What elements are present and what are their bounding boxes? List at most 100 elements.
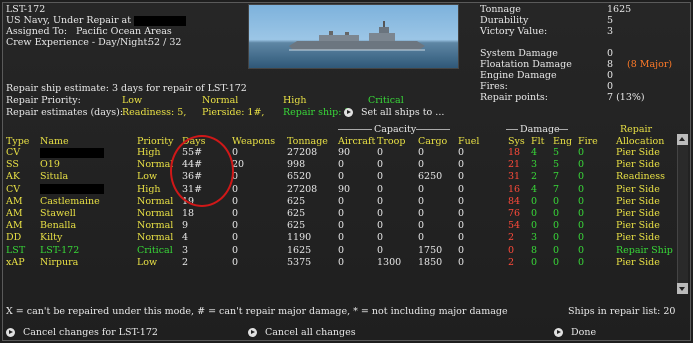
cell-weapons: 0 — [232, 232, 239, 244]
cell-fuel: 0 — [458, 256, 465, 268]
repair-header: Repair — [620, 124, 653, 135]
cell-alloc[interactable]: Pier Side — [616, 257, 660, 268]
cell-fire: 0 — [578, 244, 585, 256]
cell-alloc[interactable]: Pier Side — [616, 147, 660, 158]
ship-name: LST-172 — [6, 4, 46, 15]
ship-image — [248, 4, 459, 69]
cell-cargo: 0 — [418, 159, 425, 171]
cell-priority[interactable]: Normal — [137, 159, 173, 170]
cell-tonnage: 625 — [287, 208, 306, 219]
cell-weapons: 0 — [232, 220, 239, 232]
cell-alloc[interactable]: Pier Side — [616, 184, 660, 195]
scroll-up-arrow[interactable] — [677, 134, 688, 145]
scrollbar[interactable] — [677, 134, 688, 294]
cell-alloc[interactable]: Pier Side — [616, 196, 660, 207]
cell-alloc[interactable]: Readiness — [616, 171, 665, 182]
cell-aircraft: 0 — [338, 195, 345, 207]
cell-alloc[interactable]: Pier Side — [616, 220, 660, 231]
red-circle-annotation — [170, 135, 234, 207]
done-button[interactable]: Done — [554, 327, 596, 338]
cell-name[interactable] — [40, 147, 104, 158]
cell-cargo: 0 — [418, 147, 425, 158]
priority-normal-button[interactable]: Normal — [202, 95, 238, 106]
floatation-major: (8 Major) — [627, 59, 673, 70]
scroll-down-arrow[interactable] — [677, 283, 688, 294]
cell-name[interactable]: Stawell — [40, 208, 76, 219]
system-damage-value: 0 — [607, 48, 614, 59]
cell-sys: 21 — [508, 159, 521, 171]
cancel-all-button[interactable]: Cancel all changes — [248, 327, 356, 338]
cell-fuel: 0 — [458, 232, 465, 244]
redacted-box — [134, 15, 187, 26]
cell-tonnage: 27208 — [287, 147, 318, 158]
cell-cargo: 0 — [418, 195, 425, 207]
pierside-mode[interactable]: Pierside: 1#, — [202, 107, 264, 118]
cell-priority[interactable]: Normal — [137, 220, 173, 231]
damage-rule-right — [556, 129, 568, 130]
damage-header: Damage — [520, 124, 560, 135]
priority-low-button[interactable]: Low — [122, 95, 142, 106]
assigned-label: Assigned To: — [6, 26, 68, 37]
repairship-mode[interactable]: Repair ship: 3 — [283, 107, 351, 118]
cell-priority[interactable]: Normal — [137, 196, 173, 207]
cell-alloc[interactable]: Pier Side — [616, 208, 660, 219]
cell-priority[interactable]: High — [137, 184, 161, 195]
cell-priority[interactable]: Critical — [137, 245, 173, 256]
cell-weapons: 0 — [232, 244, 239, 256]
damage-rule-left — [506, 129, 518, 130]
cell-name[interactable]: LST-172 — [40, 245, 79, 256]
cell-weapons: 0 — [232, 256, 239, 268]
cell-tonnage: 27208 — [287, 183, 318, 195]
cell-priority[interactable]: Normal — [137, 232, 173, 243]
cell-sys: 31 — [508, 171, 521, 183]
cell-days: 9 — [182, 220, 189, 232]
cell-priority[interactable]: Low — [137, 171, 157, 182]
priority-high-button[interactable]: High — [283, 95, 307, 106]
cell-type: LST — [6, 244, 26, 256]
cell-cargo: 6250 — [418, 171, 443, 183]
redacted-box — [40, 147, 104, 158]
cell-alloc[interactable]: Repair Ship — [616, 245, 673, 256]
cell-aircraft: 0 — [338, 244, 345, 256]
cell-cargo: 1850 — [418, 256, 443, 268]
cell-troop: 0 — [377, 147, 384, 158]
cell-aircraft: 90 — [338, 147, 351, 158]
cell-flt: 3 — [531, 232, 538, 244]
cell-type: AK — [6, 171, 20, 183]
arrow-right-icon — [6, 328, 15, 337]
cell-weapons: 0 — [232, 208, 239, 219]
cell-name[interactable] — [40, 184, 104, 195]
cell-flt: 2 — [531, 171, 538, 183]
cell-name[interactable]: Kilty — [40, 232, 62, 243]
repair-estimate: Repair ship estimate: 3 days for repair … — [6, 83, 247, 94]
capacity-rule-left — [338, 129, 372, 130]
cell-troop: 0 — [377, 208, 384, 219]
cell-name[interactable]: Castlemaine — [40, 196, 100, 207]
cell-name[interactable]: Benalla — [40, 220, 76, 231]
cell-eng: 0 — [553, 232, 560, 244]
cell-fuel: 0 — [458, 244, 465, 256]
cell-name[interactable]: O19 — [40, 159, 60, 170]
cell-alloc[interactable]: Pier Side — [616, 232, 660, 243]
cell-type: xAP — [6, 256, 25, 268]
cell-alloc[interactable]: Pier Side — [616, 159, 660, 170]
cell-sys: 18 — [508, 147, 521, 158]
ship-status: US Navy, Under Repair at — [6, 15, 187, 26]
cell-fire: 0 — [578, 195, 585, 207]
cell-aircraft: 0 — [338, 159, 345, 171]
cell-fire: 0 — [578, 256, 585, 268]
repair-points-value: 7 (13%) — [607, 92, 645, 103]
cell-priority[interactable]: Normal — [137, 208, 173, 219]
priority-critical-button[interactable]: Critical — [368, 95, 404, 106]
cell-name[interactable]: Situla — [40, 171, 68, 182]
cell-priority[interactable]: High — [137, 147, 161, 158]
cell-troop: 0 — [377, 183, 384, 195]
cell-name[interactable]: Nirpura — [40, 257, 78, 268]
readiness-mode[interactable]: Readiness: 5, — [122, 107, 186, 118]
set-all-ships-button[interactable]: Set all ships to ... — [344, 107, 444, 118]
legend-text: X = can't be repaired under this mode, #… — [6, 306, 508, 317]
cell-troop: 1300 — [377, 256, 402, 268]
cell-priority[interactable]: Low — [137, 257, 157, 268]
engine-damage-label: Engine Damage — [480, 70, 557, 81]
cancel-ship-button[interactable]: Cancel changes for LST-172 — [6, 327, 158, 338]
